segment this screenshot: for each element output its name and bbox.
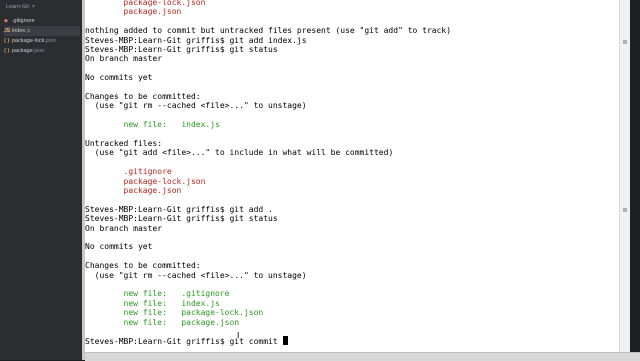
line-text: package-lock.json — [123, 0, 206, 7]
line-text: Steves-MBP:Learn-Git griffis$ git add . — [85, 204, 273, 214]
sidebar-file-item[interactable]: JS index.js — [4, 26, 80, 36]
terminal-line: Steves-MBP:Learn-Git griffis$ git commit — [85, 336, 289, 347]
line-text: package-lock.json — [123, 176, 206, 186]
line-text: No commits yet — [85, 73, 153, 83]
file-name: package — [12, 48, 33, 54]
terminal-line: On branch master — [85, 224, 162, 234]
line-text: new file: index.js — [123, 120, 220, 130]
line-text: Steves-MBP:Learn-Git griffis$ git commit — [85, 337, 283, 347]
line-text: Changes to be committed: — [85, 92, 201, 101]
line-text: nothing added to commit but untracked fi… — [85, 26, 452, 36]
line-text: (use "git add <file>..." to include in w… — [94, 148, 394, 158]
line-text: (use "git rm --cached <file>..." to unst… — [94, 101, 307, 111]
file-extension: .json — [32, 48, 45, 54]
json-icon: { } — [4, 38, 10, 44]
terminal-line: No commits yet — [85, 73, 152, 83]
line-text: Changes to be committed: — [85, 261, 201, 271]
file-extension: .js — [25, 28, 31, 34]
line-text: .gitignore — [123, 167, 172, 177]
terminal-line: (use "git add <file>..." to include in w… — [85, 148, 394, 158]
line-text: (use "git rm --cached <file>..." to unst… — [94, 270, 307, 280]
line-text: package.json — [123, 186, 182, 195]
line-text: On branch master — [85, 223, 163, 233]
terminal-line: (use "git rm --cached <file>..." to unst… — [85, 101, 307, 111]
line-text: Steves-MBP:Learn-Git griffis$ git status — [85, 214, 278, 224]
terminal-pane[interactable]: package-lock.json package.json nothing ad… — [85, 0, 630, 352]
sidebar-file-item[interactable]: { } package-lock.json — [4, 36, 80, 46]
terminal-cursor — [283, 336, 289, 346]
file-extension: .json — [44, 38, 57, 44]
sidebar-file-label: .gitignore — [12, 16, 35, 26]
js-icon: JS — [4, 28, 11, 34]
line-text: Steves-MBP:Learn-Git griffis$ git status — [85, 45, 278, 54]
line-text: No commits yet — [85, 242, 153, 252]
text-cursor-icon: I — [237, 331, 240, 340]
terminal-line: package.json — [85, 186, 182, 196]
line-text: new file: package.json — [123, 317, 240, 327]
terminal-line: No commits yet — [85, 242, 152, 252]
line-text: new file: index.js — [123, 298, 220, 308]
line-text: On branch master — [85, 54, 163, 64]
file-name: .gitignore — [12, 18, 35, 24]
terminal-line: On branch master — [85, 54, 162, 64]
line-text: package.json — [123, 7, 182, 17]
diamond-icon: ◆ — [4, 18, 8, 24]
project-title-label: Learn-Git — [6, 4, 29, 10]
file-name: package-lock — [12, 38, 45, 44]
terminal-line: (use "git rm --cached <file>..." to unst… — [85, 271, 307, 281]
sidebar-file-label: index.js — [12, 26, 31, 36]
sidebar-file-item[interactable]: ◆ .gitignore — [4, 16, 80, 26]
line-text: new file: package-lock.json — [123, 308, 264, 318]
file-explorer-sidebar: Learn-Git ▾ ◆ .gitignore JS index.js{ } packa… — [0, 0, 82, 360]
terminal-line: package.json — [85, 7, 182, 17]
json-icon: { } — [4, 48, 10, 54]
sidebar-file-label: package.json — [12, 46, 44, 56]
terminal-line: new file: index.js — [85, 120, 220, 130]
project-title[interactable]: Learn-Git ▾ — [6, 4, 35, 10]
sidebar-file-label: package-lock.json — [12, 36, 56, 46]
terminal-scrollbar[interactable] — [619, 0, 630, 352]
line-text: Steves-MBP:Learn-Git griffis$ git add in… — [85, 35, 307, 45]
line-text: Untracked files: — [85, 139, 163, 148]
chevron-down-icon: ▾ — [31, 4, 35, 10]
scroll-marker — [623, 40, 627, 44]
terminal-line: new file: package.json — [85, 317, 240, 328]
line-text: new file: .gitignore — [123, 289, 230, 299]
scroll-marker — [623, 208, 627, 212]
file-name: index — [12, 28, 26, 34]
sidebar-file-item[interactable]: { } package.json — [4, 46, 80, 56]
